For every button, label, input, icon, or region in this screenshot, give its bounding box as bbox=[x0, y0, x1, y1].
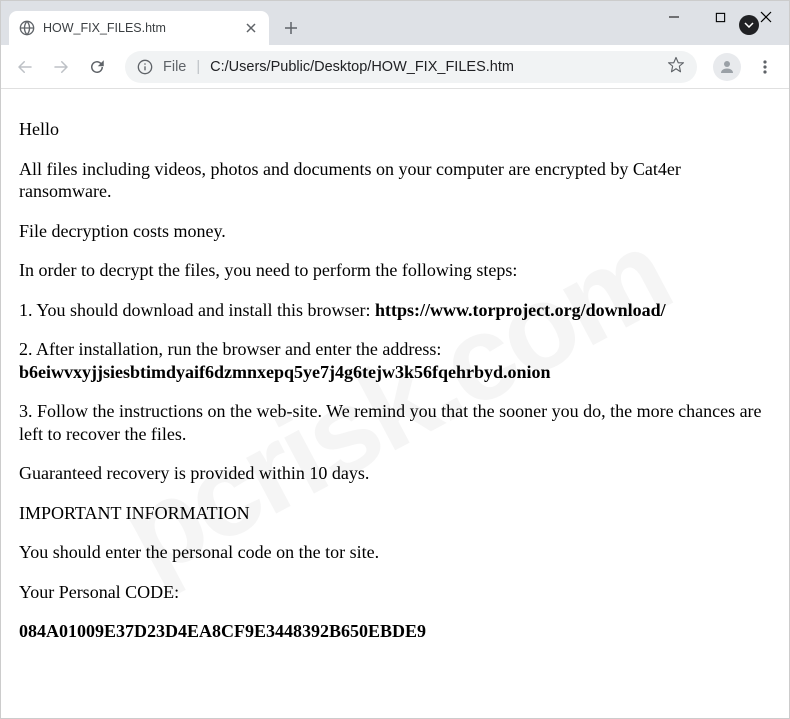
page-favicon bbox=[19, 20, 35, 36]
forward-button[interactable] bbox=[45, 51, 77, 83]
enter-code-text: You should enter the personal code on th… bbox=[19, 541, 771, 564]
onion-address: b6eiwvxyjjsiesbtimdyaif6dzmnxepq5ye7j4g6… bbox=[19, 362, 551, 382]
titlebar: HOW_FIX_FILES.htm bbox=[1, 1, 789, 45]
browser-tab[interactable]: HOW_FIX_FILES.htm bbox=[9, 11, 269, 45]
viewport: pcrisk.com Hello All files including vid… bbox=[1, 89, 789, 718]
minimize-button[interactable] bbox=[651, 1, 697, 33]
site-info-icon[interactable] bbox=[137, 59, 153, 75]
tab-strip: HOW_FIX_FILES.htm bbox=[1, 1, 739, 45]
greeting-text: Hello bbox=[19, 118, 771, 141]
personal-code-label: Your Personal CODE: bbox=[19, 581, 771, 604]
toolbar: File | C:/Users/Public/Desktop/HOW_FIX_F… bbox=[1, 45, 789, 89]
reload-button[interactable] bbox=[81, 51, 113, 83]
cost-text: File decryption costs money. bbox=[19, 220, 771, 243]
step-3: 3. Follow the instructions on the web-si… bbox=[19, 400, 771, 445]
browser-window: HOW_FIX_FILES.htm bbox=[0, 0, 790, 719]
url-text: C:/Users/Public/Desktop/HOW_FIX_FILES.ht… bbox=[210, 59, 657, 75]
step-2-text: 2. After installation, run the browser a… bbox=[19, 339, 441, 359]
bookmark-star-icon[interactable] bbox=[667, 56, 685, 78]
step-1: 1. You should download and install this … bbox=[19, 299, 771, 322]
guarantee-text: Guaranteed recovery is provided within 1… bbox=[19, 462, 771, 485]
window-controls bbox=[651, 1, 789, 33]
address-bar[interactable]: File | C:/Users/Public/Desktop/HOW_FIX_F… bbox=[125, 51, 697, 83]
page-content: Hello All files including videos, photos… bbox=[1, 89, 789, 718]
step-1-text: 1. You should download and install this … bbox=[19, 300, 375, 320]
intro-text: All files including videos, photos and d… bbox=[19, 158, 771, 203]
menu-button[interactable] bbox=[749, 51, 781, 83]
back-button[interactable] bbox=[9, 51, 41, 83]
steps-intro: In order to decrypt the files, you need … bbox=[19, 259, 771, 282]
new-tab-button[interactable] bbox=[277, 14, 305, 42]
important-header: IMPORTANT INFORMATION bbox=[19, 502, 771, 525]
tab-title: HOW_FIX_FILES.htm bbox=[43, 21, 235, 35]
profile-avatar[interactable] bbox=[713, 53, 741, 81]
url-separator: | bbox=[196, 59, 200, 75]
personal-code-value: 084A01009E37D23D4EA8CF9E3448392B650EBDE9 bbox=[19, 620, 771, 643]
close-window-button[interactable] bbox=[743, 1, 789, 33]
url-scheme-label: File bbox=[163, 59, 186, 75]
tor-download-link: https://www.torproject.org/download/ bbox=[375, 300, 666, 320]
step-2: 2. After installation, run the browser a… bbox=[19, 338, 771, 383]
close-tab-icon[interactable] bbox=[243, 20, 259, 36]
maximize-button[interactable] bbox=[697, 1, 743, 33]
